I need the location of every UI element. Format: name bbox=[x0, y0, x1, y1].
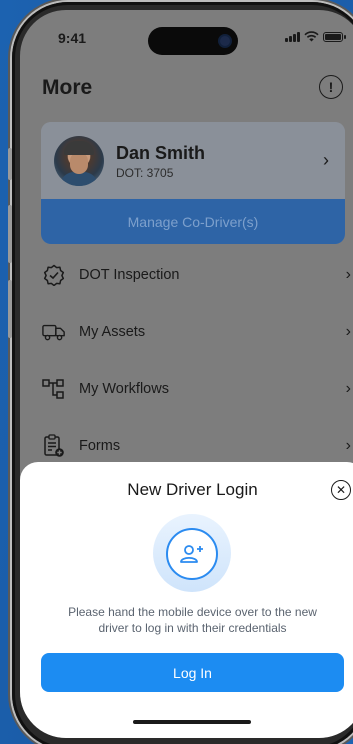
phone-screen: 9:41 More ! Dan Smith DOT: 3705 › Manage… bbox=[20, 10, 353, 738]
cellular-signal-icon bbox=[285, 31, 300, 42]
side-button-mute bbox=[8, 148, 12, 180]
menu-item-label: Forms bbox=[79, 437, 121, 454]
close-icon[interactable]: ✕ bbox=[331, 480, 351, 500]
system-icons bbox=[285, 31, 346, 42]
home-indicator[interactable] bbox=[133, 720, 251, 724]
log-in-button[interactable]: Log In bbox=[41, 653, 344, 692]
form-add-icon bbox=[42, 433, 66, 458]
menu-item-my-assets[interactable]: My Assets › bbox=[20, 303, 353, 360]
driver-dot-number: DOT: 3705 bbox=[116, 166, 174, 180]
driver-name: Dan Smith bbox=[116, 143, 206, 163]
menu-item-dot-inspection[interactable]: DOT Inspection › bbox=[20, 246, 353, 303]
chevron-right-icon: › bbox=[345, 379, 351, 397]
menu-item-label: DOT Inspection bbox=[79, 266, 180, 283]
workflow-icon bbox=[42, 377, 66, 401]
menu-list: DOT Inspection › My Assets › My Workflow… bbox=[20, 246, 353, 474]
status-bar: 9:41 bbox=[20, 10, 353, 60]
menu-item-my-workflows[interactable]: My Workflows › bbox=[20, 360, 353, 417]
sheet-message: Please hand the mobile device over to th… bbox=[68, 605, 317, 635]
sheet-title: New Driver Login bbox=[127, 480, 258, 499]
profile-summary[interactable]: Dan Smith DOT: 3705 › bbox=[41, 122, 345, 198]
status-time: 9:41 bbox=[58, 30, 87, 46]
menu-item-label: My Assets bbox=[79, 323, 146, 340]
chevron-right-icon: › bbox=[323, 150, 329, 170]
page-title: More bbox=[42, 76, 93, 99]
chevron-right-icon: › bbox=[345, 265, 351, 283]
wifi-icon bbox=[304, 31, 319, 42]
chevron-right-icon: › bbox=[345, 436, 351, 454]
battery-icon bbox=[323, 31, 346, 42]
manage-co-driver-button[interactable]: Manage Co-Driver(s) bbox=[41, 199, 345, 244]
truck-icon bbox=[42, 320, 66, 344]
side-button-volume-up bbox=[8, 205, 12, 263]
side-button-volume-down bbox=[8, 280, 12, 338]
dynamic-island bbox=[148, 27, 238, 55]
add-user-icon bbox=[166, 528, 218, 580]
chevron-right-icon: › bbox=[345, 322, 351, 340]
avatar bbox=[54, 136, 104, 186]
camera-icon bbox=[220, 36, 230, 46]
menu-item-label: My Workflows bbox=[79, 380, 169, 397]
info-icon[interactable]: ! bbox=[319, 75, 343, 99]
new-driver-login-sheet: New Driver Login ✕ Please hand the mobil… bbox=[20, 462, 353, 738]
profile-card[interactable]: Dan Smith DOT: 3705 › Manage Co-Driver(s… bbox=[41, 122, 345, 244]
badge-check-icon bbox=[42, 263, 66, 287]
